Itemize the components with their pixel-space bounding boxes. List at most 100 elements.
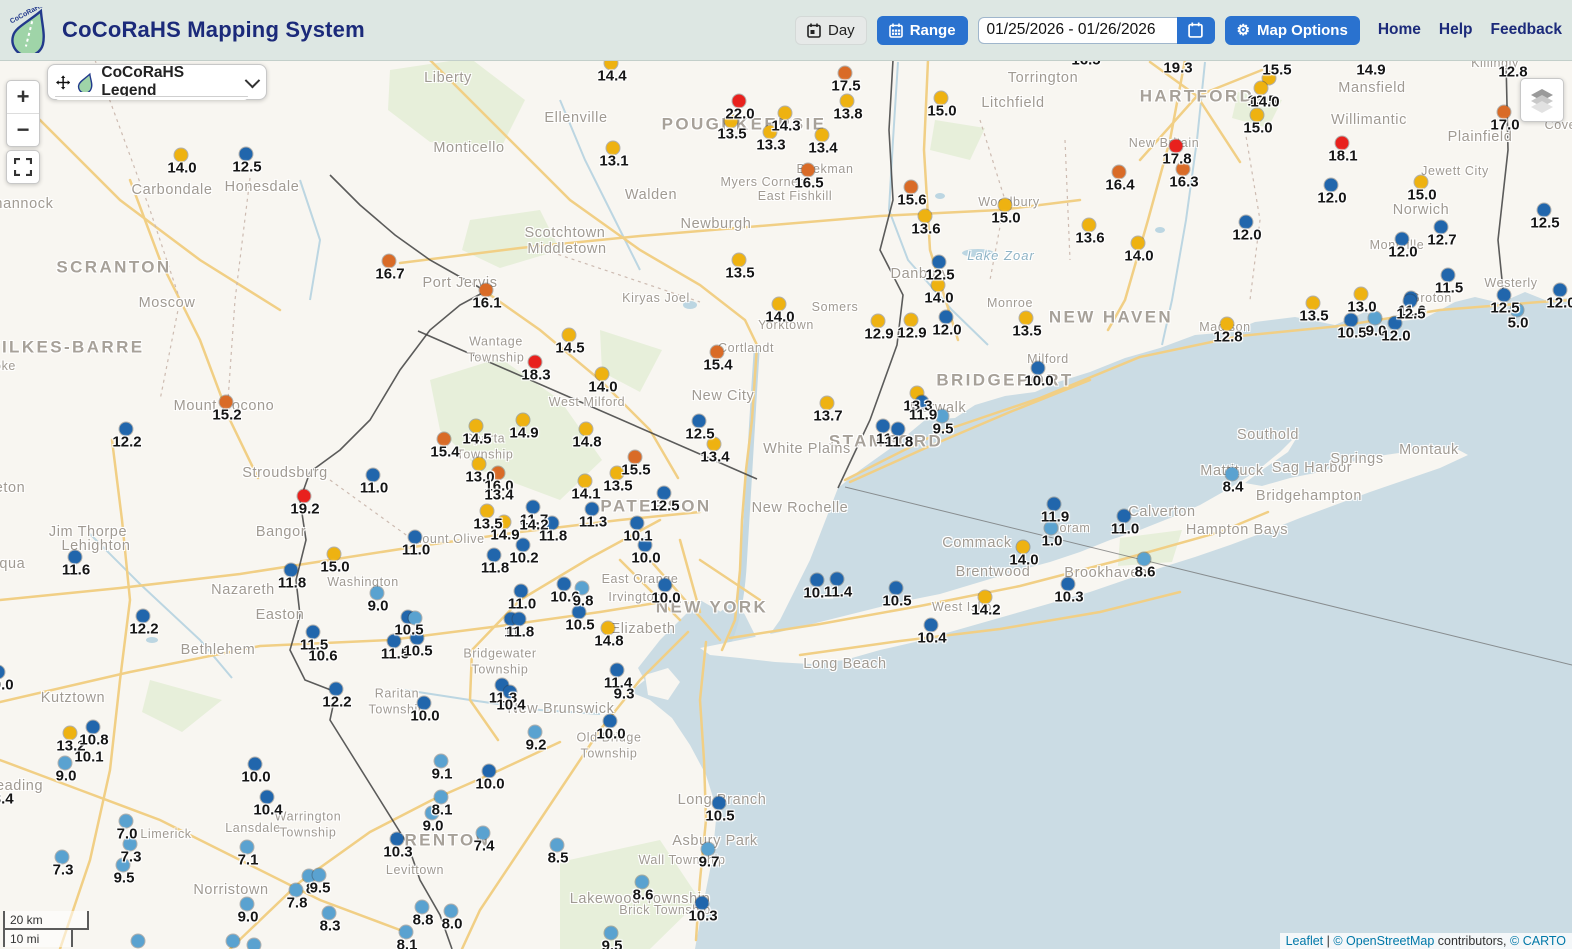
- station-dot[interactable]: [605, 927, 618, 940]
- station-dot[interactable]: [872, 315, 885, 328]
- station-dot[interactable]: [1498, 106, 1511, 119]
- station-dot[interactable]: [400, 926, 413, 939]
- station-dot[interactable]: [1389, 317, 1402, 330]
- station-dot[interactable]: [527, 501, 540, 514]
- station-dot[interactable]: [529, 726, 542, 739]
- station-dot[interactable]: [573, 606, 586, 619]
- station-dot[interactable]: [409, 531, 422, 544]
- station-dot[interactable]: [708, 438, 721, 451]
- station-dot[interactable]: [713, 797, 726, 810]
- station-dot[interactable]: [69, 551, 82, 564]
- layers-control[interactable]: [1520, 78, 1564, 122]
- station-dot[interactable]: [261, 791, 274, 804]
- nav-feedback[interactable]: Feedback: [1490, 21, 1562, 39]
- station-dot[interactable]: [1396, 233, 1409, 246]
- nav-help[interactable]: Help: [1439, 21, 1473, 39]
- station-dot[interactable]: [1442, 269, 1455, 282]
- station-dot[interactable]: [328, 548, 341, 561]
- station-dot[interactable]: [831, 573, 844, 586]
- station-dot[interactable]: [936, 410, 949, 423]
- station-dot[interactable]: [546, 517, 559, 530]
- station-dot[interactable]: [596, 368, 609, 381]
- station-dot[interactable]: [773, 298, 786, 311]
- station-dot[interactable]: [1369, 312, 1382, 325]
- station-dot[interactable]: [696, 897, 709, 910]
- station-dot[interactable]: [504, 686, 517, 699]
- station-dot[interactable]: [120, 423, 133, 436]
- zoom-out-button[interactable]: −: [7, 113, 39, 146]
- station-dot[interactable]: [604, 715, 617, 728]
- station-dot[interactable]: [933, 256, 946, 269]
- station-dot[interactable]: [248, 939, 261, 949]
- station-dot[interactable]: [919, 210, 932, 223]
- station-dot[interactable]: [1538, 204, 1551, 217]
- station-dot[interactable]: [639, 539, 652, 552]
- station-dot[interactable]: [438, 433, 451, 446]
- station-dot[interactable]: [388, 635, 401, 648]
- station-dot[interactable]: [120, 815, 133, 828]
- station-dot[interactable]: [220, 396, 233, 409]
- station-dot[interactable]: [779, 107, 792, 120]
- osm-link[interactable]: © OpenStreetMap: [1333, 934, 1434, 948]
- station-dot[interactable]: [979, 591, 992, 604]
- station-dot[interactable]: [87, 721, 100, 734]
- station-dot[interactable]: [1345, 314, 1358, 327]
- station-dot[interactable]: [517, 414, 530, 427]
- station-dot[interactable]: [935, 92, 948, 105]
- station-dot[interactable]: [59, 757, 72, 770]
- station-dot[interactable]: [1404, 295, 1417, 308]
- station-dot[interactable]: [1045, 522, 1058, 535]
- station-dot[interactable]: [517, 539, 530, 552]
- station-dot[interactable]: [764, 126, 777, 139]
- station-dot[interactable]: [586, 503, 599, 516]
- station-dot[interactable]: [579, 475, 592, 488]
- station-dot[interactable]: [733, 254, 746, 267]
- station-dot[interactable]: [1020, 312, 1033, 325]
- station-dot[interactable]: [1132, 237, 1145, 250]
- station-dot[interactable]: [905, 314, 918, 327]
- station-dot[interactable]: [576, 582, 589, 595]
- station-dot[interactable]: [529, 356, 542, 369]
- station-dot[interactable]: [330, 683, 343, 696]
- station-dot[interactable]: [1226, 468, 1239, 481]
- day-button[interactable]: Day: [795, 16, 867, 45]
- station-dot[interactable]: [802, 164, 815, 177]
- station-dot[interactable]: [611, 467, 624, 480]
- station-dot[interactable]: [607, 142, 620, 155]
- station-dot[interactable]: [240, 148, 253, 161]
- station-dot[interactable]: [1511, 304, 1524, 317]
- station-dot[interactable]: [445, 905, 458, 918]
- station-dot[interactable]: [1325, 179, 1338, 192]
- range-button[interactable]: Range: [877, 16, 968, 45]
- move-icon[interactable]: [56, 75, 70, 90]
- nav-home[interactable]: Home: [1378, 21, 1421, 39]
- station-dot[interactable]: [117, 859, 130, 872]
- station-dot[interactable]: [367, 469, 380, 482]
- station-dot[interactable]: [64, 727, 77, 740]
- station-dot[interactable]: [290, 884, 303, 897]
- station-dot[interactable]: [1032, 362, 1045, 375]
- station-dot[interactable]: [137, 610, 150, 623]
- station-dot[interactable]: [513, 613, 526, 626]
- station-dot[interactable]: [1113, 166, 1126, 179]
- station-dot[interactable]: [1017, 541, 1030, 554]
- station-dot[interactable]: [563, 329, 576, 342]
- station-dot[interactable]: [435, 755, 448, 768]
- station-dot[interactable]: [841, 95, 854, 108]
- station-dot[interactable]: [416, 901, 429, 914]
- station-dot[interactable]: [558, 578, 571, 591]
- station-dot[interactable]: [483, 765, 496, 778]
- station-dot[interactable]: [249, 758, 262, 771]
- station-dot[interactable]: [629, 451, 642, 464]
- station-dot[interactable]: [580, 423, 593, 436]
- station-dot[interactable]: [890, 582, 903, 595]
- station-dot[interactable]: [877, 420, 890, 433]
- station-dot[interactable]: [285, 564, 298, 577]
- station-dot[interactable]: [1083, 219, 1096, 232]
- station-dot[interactable]: [602, 622, 615, 635]
- station-dot[interactable]: [124, 838, 137, 851]
- station-dot[interactable]: [1355, 288, 1368, 301]
- station-dot[interactable]: [932, 279, 945, 292]
- station-dot[interactable]: [839, 67, 852, 80]
- station-dot[interactable]: [1415, 176, 1428, 189]
